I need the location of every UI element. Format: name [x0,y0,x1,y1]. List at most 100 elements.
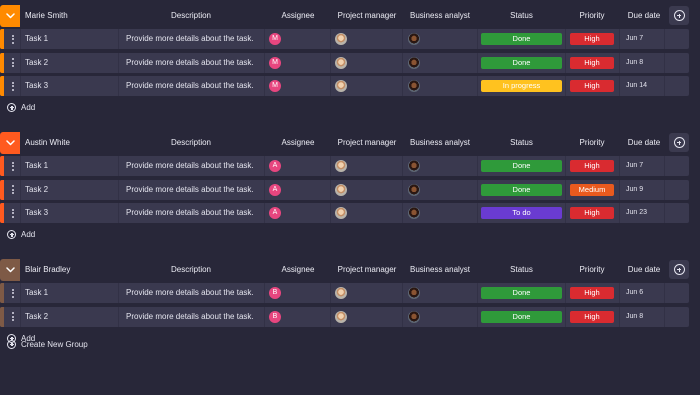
priority-badge[interactable]: High [570,80,614,92]
row-menu-button[interactable] [7,29,19,49]
group-name[interactable]: Blair Bradley [25,257,70,281]
assignee-avatar[interactable]: M [269,33,281,45]
add-task-button[interactable]: Add [7,101,35,115]
task-name[interactable]: Task 3 [25,203,48,223]
task-description[interactable]: Provide more details about the task. [126,156,254,176]
table-row[interactable]: Task 2 Provide more details about the tas… [0,179,689,200]
project-manager-avatar[interactable] [335,56,347,69]
assignee-avatar[interactable]: B [269,310,281,323]
task-name[interactable]: Task 2 [25,307,48,327]
chevron-down-icon [5,13,15,19]
business-analyst-avatar[interactable] [408,183,420,196]
business-analyst-avatar[interactable] [408,207,420,219]
table-row[interactable]: Task 1 Provide more details about the tas… [0,156,689,176]
add-column-button[interactable] [669,6,689,25]
status-badge[interactable]: Done [481,183,562,196]
status-badge[interactable]: In progress [481,80,562,92]
project-manager-avatar[interactable] [335,287,347,299]
task-description[interactable]: Provide more details about the task. [126,29,254,49]
project-manager-avatar[interactable] [335,160,347,172]
add-column-button[interactable] [669,260,689,279]
assignee-avatar[interactable]: A [269,207,281,219]
group-collapse-button[interactable] [0,259,20,281]
column-divider [565,283,566,303]
create-new-group-button[interactable]: Create New Group [7,337,88,351]
priority-badge[interactable]: High [570,310,614,323]
table-row[interactable]: Task 1 Provide more details about the tas… [0,29,689,49]
business-analyst-avatar[interactable] [408,80,420,92]
due-date[interactable]: Jun 23 [626,203,647,223]
group-name[interactable]: Austin White [25,130,70,154]
status-badge[interactable]: To do [481,207,562,219]
task-description[interactable]: Provide more details about the task. [126,180,254,200]
table-row[interactable]: Task 1 Provide more details about the tas… [0,283,689,303]
due-date[interactable]: Jun 9 [626,180,643,200]
assignee-avatar[interactable]: B [269,287,281,299]
status-badge[interactable]: Done [481,287,562,299]
due-date[interactable]: Jun 6 [626,283,643,303]
priority-badge[interactable]: Medium [570,183,614,196]
task-name[interactable]: Task 2 [25,180,48,200]
task-name[interactable]: Task 3 [25,76,48,96]
row-menu-button[interactable] [7,307,19,327]
business-analyst-avatar[interactable] [408,33,420,45]
assignee-avatar[interactable]: A [269,160,281,172]
row-menu-button[interactable] [7,283,19,303]
priority-badge[interactable]: High [570,33,614,45]
add-task-button[interactable]: Add [7,228,35,242]
due-date[interactable]: Jun 8 [626,307,643,327]
row-menu-button[interactable] [7,76,19,96]
status-badge[interactable]: Done [481,56,562,69]
due-date[interactable]: Jun 8 [626,53,643,73]
project-manager-avatar[interactable] [335,207,347,219]
row-menu-button[interactable] [7,156,19,176]
business-analyst-avatar[interactable] [408,287,420,299]
row-menu-button[interactable] [7,203,19,223]
priority-badge[interactable]: High [570,207,614,219]
table-row[interactable]: Task 3 Provide more details about the tas… [0,76,689,96]
add-task-label: Add [21,103,36,112]
due-date[interactable]: Jun 7 [626,29,643,49]
business-analyst-avatar[interactable] [408,310,420,323]
project-manager-avatar[interactable] [335,33,347,45]
assignee-avatar[interactable]: M [269,80,281,92]
task-name[interactable]: Task 1 [25,156,48,176]
task-description[interactable]: Provide more details about the task. [126,283,254,303]
column-divider [118,156,119,176]
group-collapse-button[interactable] [0,5,20,27]
project-manager-avatar[interactable] [335,183,347,196]
row-menu-button[interactable] [7,53,19,73]
assignee-avatar[interactable]: M [269,56,281,69]
task-name[interactable]: Task 1 [25,29,48,49]
priority-badge[interactable]: High [570,56,614,69]
group-collapse-button[interactable] [0,132,20,154]
group-name[interactable]: Marie Smith [25,3,68,27]
priority-badge[interactable]: High [570,287,614,299]
task-description[interactable]: Provide more details about the task. [126,76,254,96]
business-analyst-avatar[interactable] [408,56,420,69]
row-menu-button[interactable] [7,180,19,200]
business-analyst-avatar[interactable] [408,160,420,172]
project-manager-avatar[interactable] [335,310,347,323]
column-header-description: Description [170,138,211,147]
task-description[interactable]: Provide more details about the task. [126,203,254,223]
task-name[interactable]: Task 1 [25,283,48,303]
column-divider [264,156,265,176]
more-vertical-icon [12,34,14,44]
task-description[interactable]: Provide more details about the task. [126,53,254,73]
table-row[interactable]: Task 2 Provide more details about the tas… [0,52,689,73]
table-row[interactable]: Task 3 Provide more details about the tas… [0,203,689,223]
status-badge[interactable]: Done [481,310,562,323]
task-name[interactable]: Task 2 [25,53,48,73]
column-divider [477,203,478,223]
table-row[interactable]: Task 2 Provide more details about the tas… [0,306,689,327]
status-badge[interactable]: Done [481,160,562,172]
task-description[interactable]: Provide more details about the task. [126,307,254,327]
assignee-avatar[interactable]: A [269,183,281,196]
add-column-button[interactable] [669,133,689,152]
status-badge[interactable]: Done [481,33,562,45]
due-date[interactable]: Jun 7 [626,156,643,176]
project-manager-avatar[interactable] [335,80,347,92]
due-date[interactable]: Jun 14 [626,76,647,96]
priority-badge[interactable]: High [570,160,614,172]
